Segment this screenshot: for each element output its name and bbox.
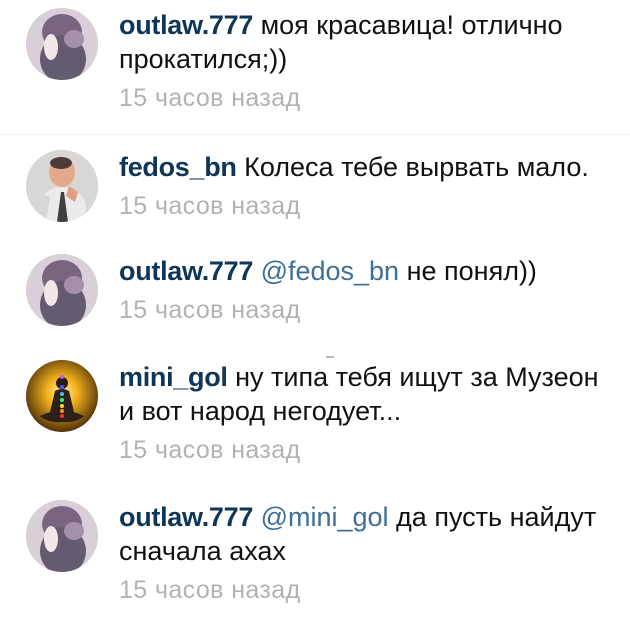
avatar[interactable]	[26, 254, 98, 326]
comment-username[interactable]: mini_gol	[119, 362, 228, 392]
comment-text: не понял))	[406, 256, 537, 286]
comment-username[interactable]: outlaw.777	[119, 502, 253, 532]
comment-timestamp: 15 часов назад	[119, 436, 301, 464]
avatar[interactable]	[26, 150, 98, 222]
avatar[interactable]	[26, 8, 98, 80]
comment-text-line: outlaw.777 моя красавица! отлично прокат…	[119, 8, 619, 76]
comment-text-line: mini_gol ну типа тебя ищут за Музеон и в…	[119, 360, 619, 428]
comment-timestamp: 15 часов назад	[119, 296, 301, 324]
comment-text-line: outlaw.777 @fedos_bn не понял))	[119, 254, 619, 288]
comment-text-line: fedos_bn Колеса тебе вырвать мало.	[119, 150, 619, 184]
comment-body: outlaw.777 моя красавица! отлично прокат…	[119, 8, 619, 112]
comment-body: outlaw.777 @fedos_bn не понял)) 15 часов…	[119, 254, 619, 324]
user-avatar-photo-icon	[26, 254, 98, 326]
comment-timestamp: 15 часов назад	[119, 84, 301, 112]
user-avatar-photo-icon	[26, 500, 98, 572]
comment-body: outlaw.777 @mini_gol да пусть найдут сна…	[119, 500, 619, 604]
comment-username[interactable]: outlaw.777	[119, 256, 253, 286]
comment-body: fedos_bn Колеса тебе вырвать мало. 15 ча…	[119, 150, 619, 220]
mention-link[interactable]: @fedos_bn	[261, 256, 400, 286]
meditation-chakra-avatar-icon	[26, 360, 98, 432]
comment-body: mini_gol ну типа тебя ищут за Музеон и в…	[119, 360, 619, 464]
scroll-indicator	[326, 356, 334, 358]
comment-username[interactable]: fedos_bn	[119, 152, 237, 182]
user-avatar-photo-icon	[26, 150, 98, 222]
avatar[interactable]	[26, 500, 98, 572]
comment-text: Колеса тебе вырвать мало.	[244, 152, 589, 182]
comment-text-line: outlaw.777 @mini_gol да пусть найдут сна…	[119, 500, 619, 568]
user-avatar-photo-icon	[26, 8, 98, 80]
avatar[interactable]	[26, 360, 98, 432]
mention-link[interactable]: @mini_gol	[261, 502, 389, 532]
comment-timestamp: 15 часов назад	[119, 576, 301, 604]
section-divider	[0, 134, 630, 135]
comment-timestamp: 15 часов назад	[119, 192, 301, 220]
comment-username[interactable]: outlaw.777	[119, 10, 253, 40]
